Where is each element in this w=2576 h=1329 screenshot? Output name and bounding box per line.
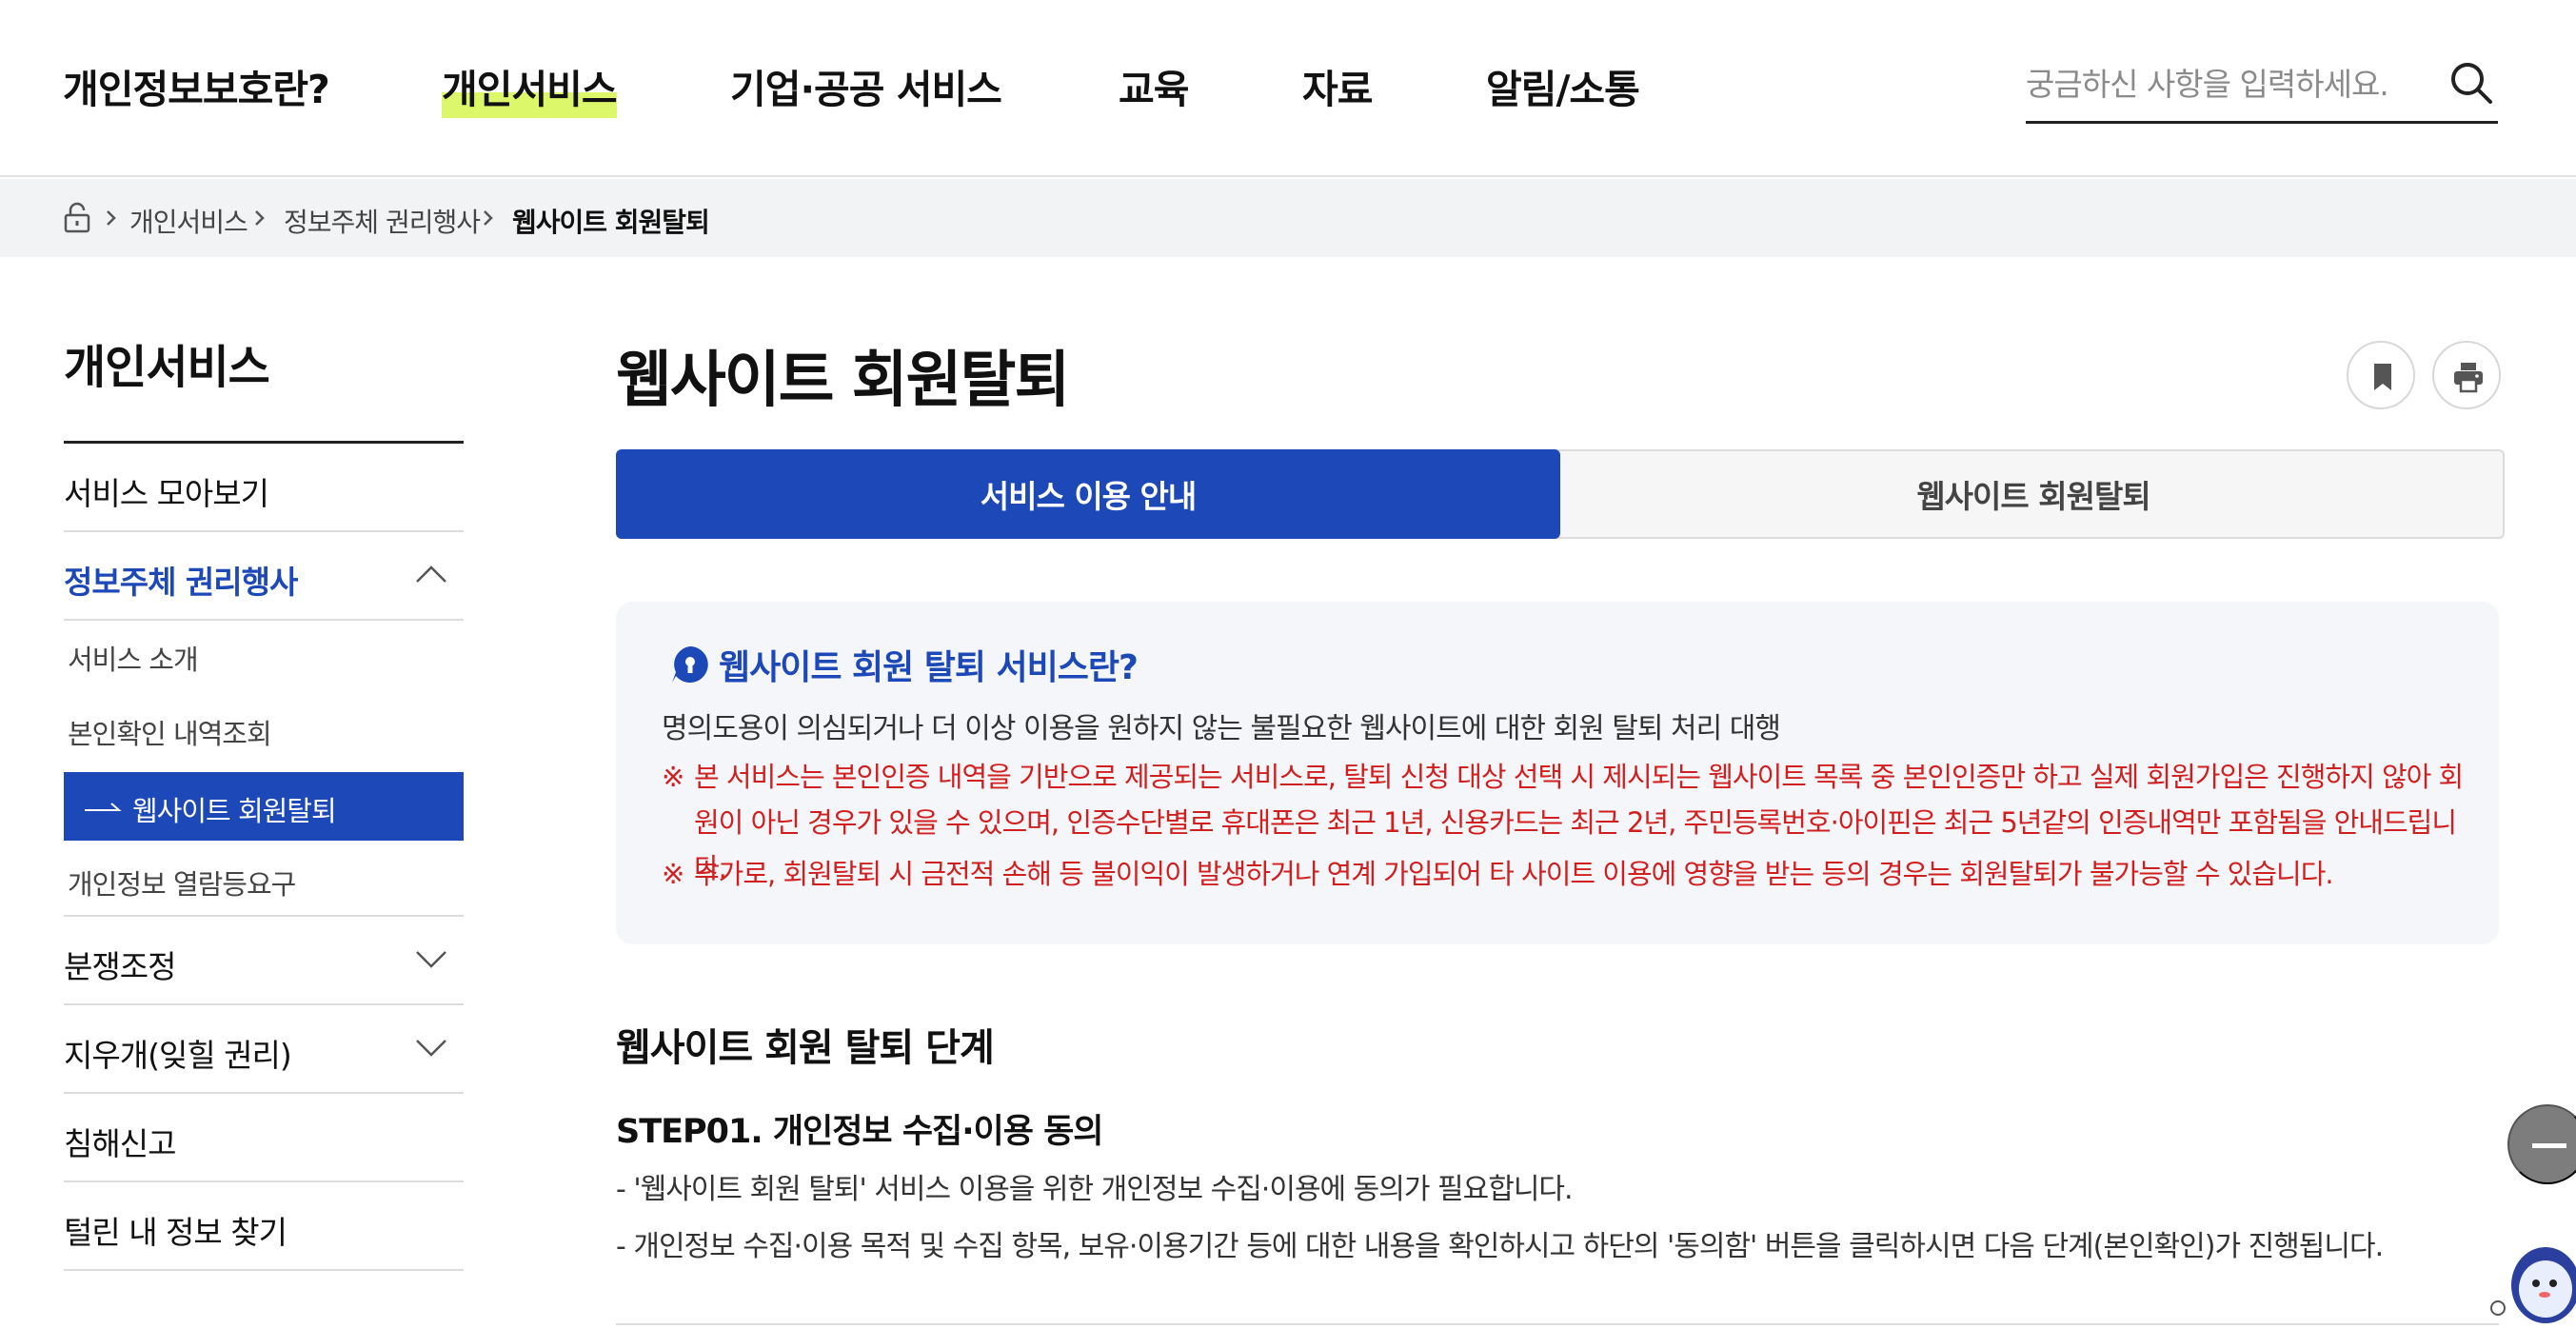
sidebar-item-leaked-info[interactable]: 털린 내 정보 찾기	[64, 1182, 464, 1271]
info-note: ※ 추가로, 회원탈퇴 시 금전적 손해 등 불이익이 발생하거나 연계 가입되…	[662, 851, 2470, 897]
sidebar-item-dispute-mediation[interactable]: 분쟁조정	[64, 917, 464, 1005]
section-title: 웹사이트 회원 탈퇴 단계	[616, 1026, 995, 1070]
nav-item-notice[interactable]: 알림/소통	[1486, 57, 1640, 114]
nav-item-education[interactable]: 교육	[1119, 57, 1189, 114]
chevron-down-icon	[416, 1040, 446, 1057]
breadcrumb-current: 웹사이트 회원탈퇴	[512, 207, 710, 238]
nav-item-resources[interactable]: 자료	[1302, 57, 1373, 114]
sidebar-subitem-access-request[interactable]: 개인정보 열람등요구	[64, 845, 464, 914]
arrow-right-icon	[85, 803, 122, 811]
sidebar-title: 개인서비스	[64, 341, 270, 394]
sidebar-item-label: 서비스 모아보기	[64, 475, 269, 512]
sidebar-subitem-label: 서비스 소개	[68, 644, 199, 676]
sidebar-subitem-service-intro[interactable]: 서비스 소개	[64, 621, 464, 689]
content-divider	[616, 1323, 2499, 1325]
sidebar-item-label: 정보주체 권리행사	[64, 564, 298, 601]
page-title: 웹사이트 회원탈퇴	[616, 346, 1070, 416]
breadcrumb-item-rights[interactable]: 정보주체 권리행사	[284, 202, 481, 240]
search-input[interactable]	[2026, 55, 2426, 112]
minus-icon	[2532, 1143, 2566, 1148]
sidebar-subitem-label: 본인확인 내역조회	[68, 718, 272, 750]
mascot-icon[interactable]	[2488, 1228, 2576, 1329]
tab-bar: 서비스 이용 안내 웹사이트 회원탈퇴	[616, 449, 2505, 539]
sidebar-item-label: 침해신고	[64, 1125, 176, 1162]
nav-item-privacy-intro[interactable]: 개인정보보호란?	[63, 57, 330, 114]
speech-bubble-icon	[672, 646, 708, 683]
chevron-right-icon	[484, 210, 493, 226]
tab-website-withdrawal[interactable]: 웹사이트 회원탈퇴	[1560, 449, 2507, 539]
sidebar-item-service-overview[interactable]: 서비스 모아보기	[64, 444, 464, 532]
note-mark: ※	[662, 858, 684, 890]
step-description: - 개인정보 수집·이용 목적 및 수집 항목, 보유·이용기간 등에 대한 내…	[616, 1230, 2384, 1263]
print-icon	[2454, 363, 2483, 393]
chevron-right-icon	[107, 210, 116, 226]
step-description: - '웹사이트 회원 탈퇴' 서비스 이용을 위한 개인정보 수집·이용에 동의…	[616, 1173, 1574, 1206]
breadcrumb-item-personal-services[interactable]: 개인서비스	[129, 202, 248, 240]
search-button[interactable]	[2445, 57, 2498, 110]
info-description: 명의도용이 의심되거나 더 이상 이용을 원하지 않는 불필요한 웹사이트에 대…	[662, 712, 1781, 745]
sidebar-item-label: 지우개(잊힐 권리)	[64, 1037, 292, 1074]
sidebar-subitem-label: 웹사이트 회원탈퇴	[132, 795, 337, 827]
sidebar-item-rights[interactable]: 정보주체 권리행사	[64, 532, 464, 621]
nav-item-business-public[interactable]: 기업·공공 서비스	[730, 57, 1002, 114]
note-text: 추가로, 회원탈퇴 시 금전적 손해 등 불이익이 발생하거나 연계 가입되어 …	[694, 858, 2334, 890]
chevron-right-icon	[255, 210, 265, 226]
sidebar-item-label: 털린 내 정보 찾기	[64, 1214, 287, 1251]
note-mark: ※	[662, 761, 684, 793]
home-icon[interactable]	[63, 202, 91, 234]
sidebar-subitem-label: 개인정보 열람등요구	[68, 868, 296, 901]
sidebar-subitem-website-withdrawal[interactable]: 웹사이트 회원탈퇴	[64, 772, 464, 841]
sidebar-subitem-identity-history[interactable]: 본인확인 내역조회	[64, 695, 464, 764]
chevron-up-icon	[416, 565, 446, 583]
step-title: STEP01. 개인정보 수집·이용 동의	[616, 1113, 1103, 1151]
bookmark-button[interactable]	[2347, 341, 2415, 409]
zoom-out-button[interactable]	[2507, 1104, 2576, 1184]
breadcrumb: 개인서비스 정보주체 권리행사 웹사이트 회원탈퇴	[0, 179, 2576, 257]
search-box	[2026, 44, 2498, 124]
nav-item-personal-services[interactable]: 개인서비스	[442, 57, 618, 118]
info-title: 웹사이트 회원 탈퇴 서비스란?	[719, 648, 1139, 687]
sidebar-item-eraser[interactable]: 지우개(잊힐 권리)	[64, 1005, 464, 1094]
chevron-down-icon	[416, 951, 446, 968]
info-box: 웹사이트 회원 탈퇴 서비스란? 명의도용이 의심되거나 더 이상 이용을 원하…	[616, 602, 2499, 944]
bookmark-icon	[2374, 364, 2391, 390]
sidebar-item-label: 분쟁조정	[64, 948, 176, 985]
search-icon	[2451, 62, 2492, 104]
tab-service-guide[interactable]: 서비스 이용 안내	[616, 449, 1560, 539]
sidebar-item-infringement-report[interactable]: 침해신고	[64, 1094, 464, 1182]
site-header: 개인정보보호란? 개인서비스 기업·공공 서비스 교육 자료 알림/소통	[0, 0, 2576, 177]
print-button[interactable]	[2432, 341, 2501, 409]
